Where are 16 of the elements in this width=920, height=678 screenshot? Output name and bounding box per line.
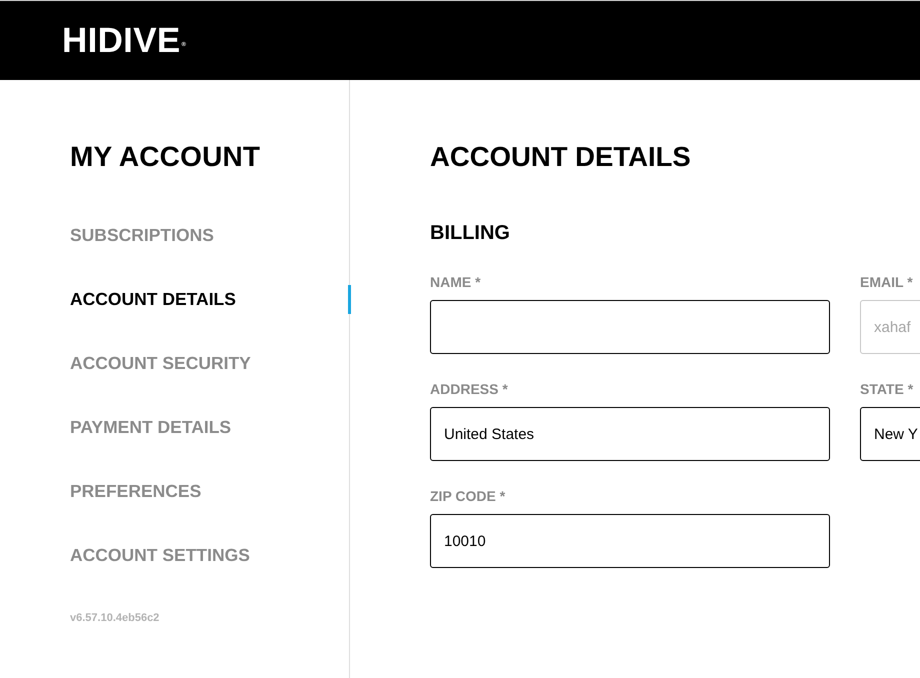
- field-label: EMAIL *: [860, 274, 913, 290]
- sidebar-link[interactable]: ACCOUNT DETAILS: [70, 288, 236, 310]
- input-field: xahaf: [860, 300, 920, 354]
- input-field[interactable]: New Y: [860, 407, 920, 461]
- field-label: NAME *: [430, 274, 481, 290]
- field-label: STATE *: [860, 381, 914, 397]
- input-field[interactable]: 10010: [430, 514, 830, 568]
- version-text: v6.57.10.4eb56c2: [70, 611, 160, 625]
- page-title: ACCOUNT DETAILS: [430, 142, 691, 172]
- field-label: ZIP CODE *: [430, 488, 506, 504]
- section-title: BILLING: [430, 221, 510, 245]
- sidebar-title: MY ACCOUNT: [70, 142, 260, 172]
- site-logo[interactable]: HIDIVE$^{®}$: [62, 20, 186, 60]
- input-field[interactable]: United States: [430, 407, 830, 461]
- field-label: ADDRESS *: [430, 381, 508, 397]
- input-field[interactable]: [430, 300, 830, 354]
